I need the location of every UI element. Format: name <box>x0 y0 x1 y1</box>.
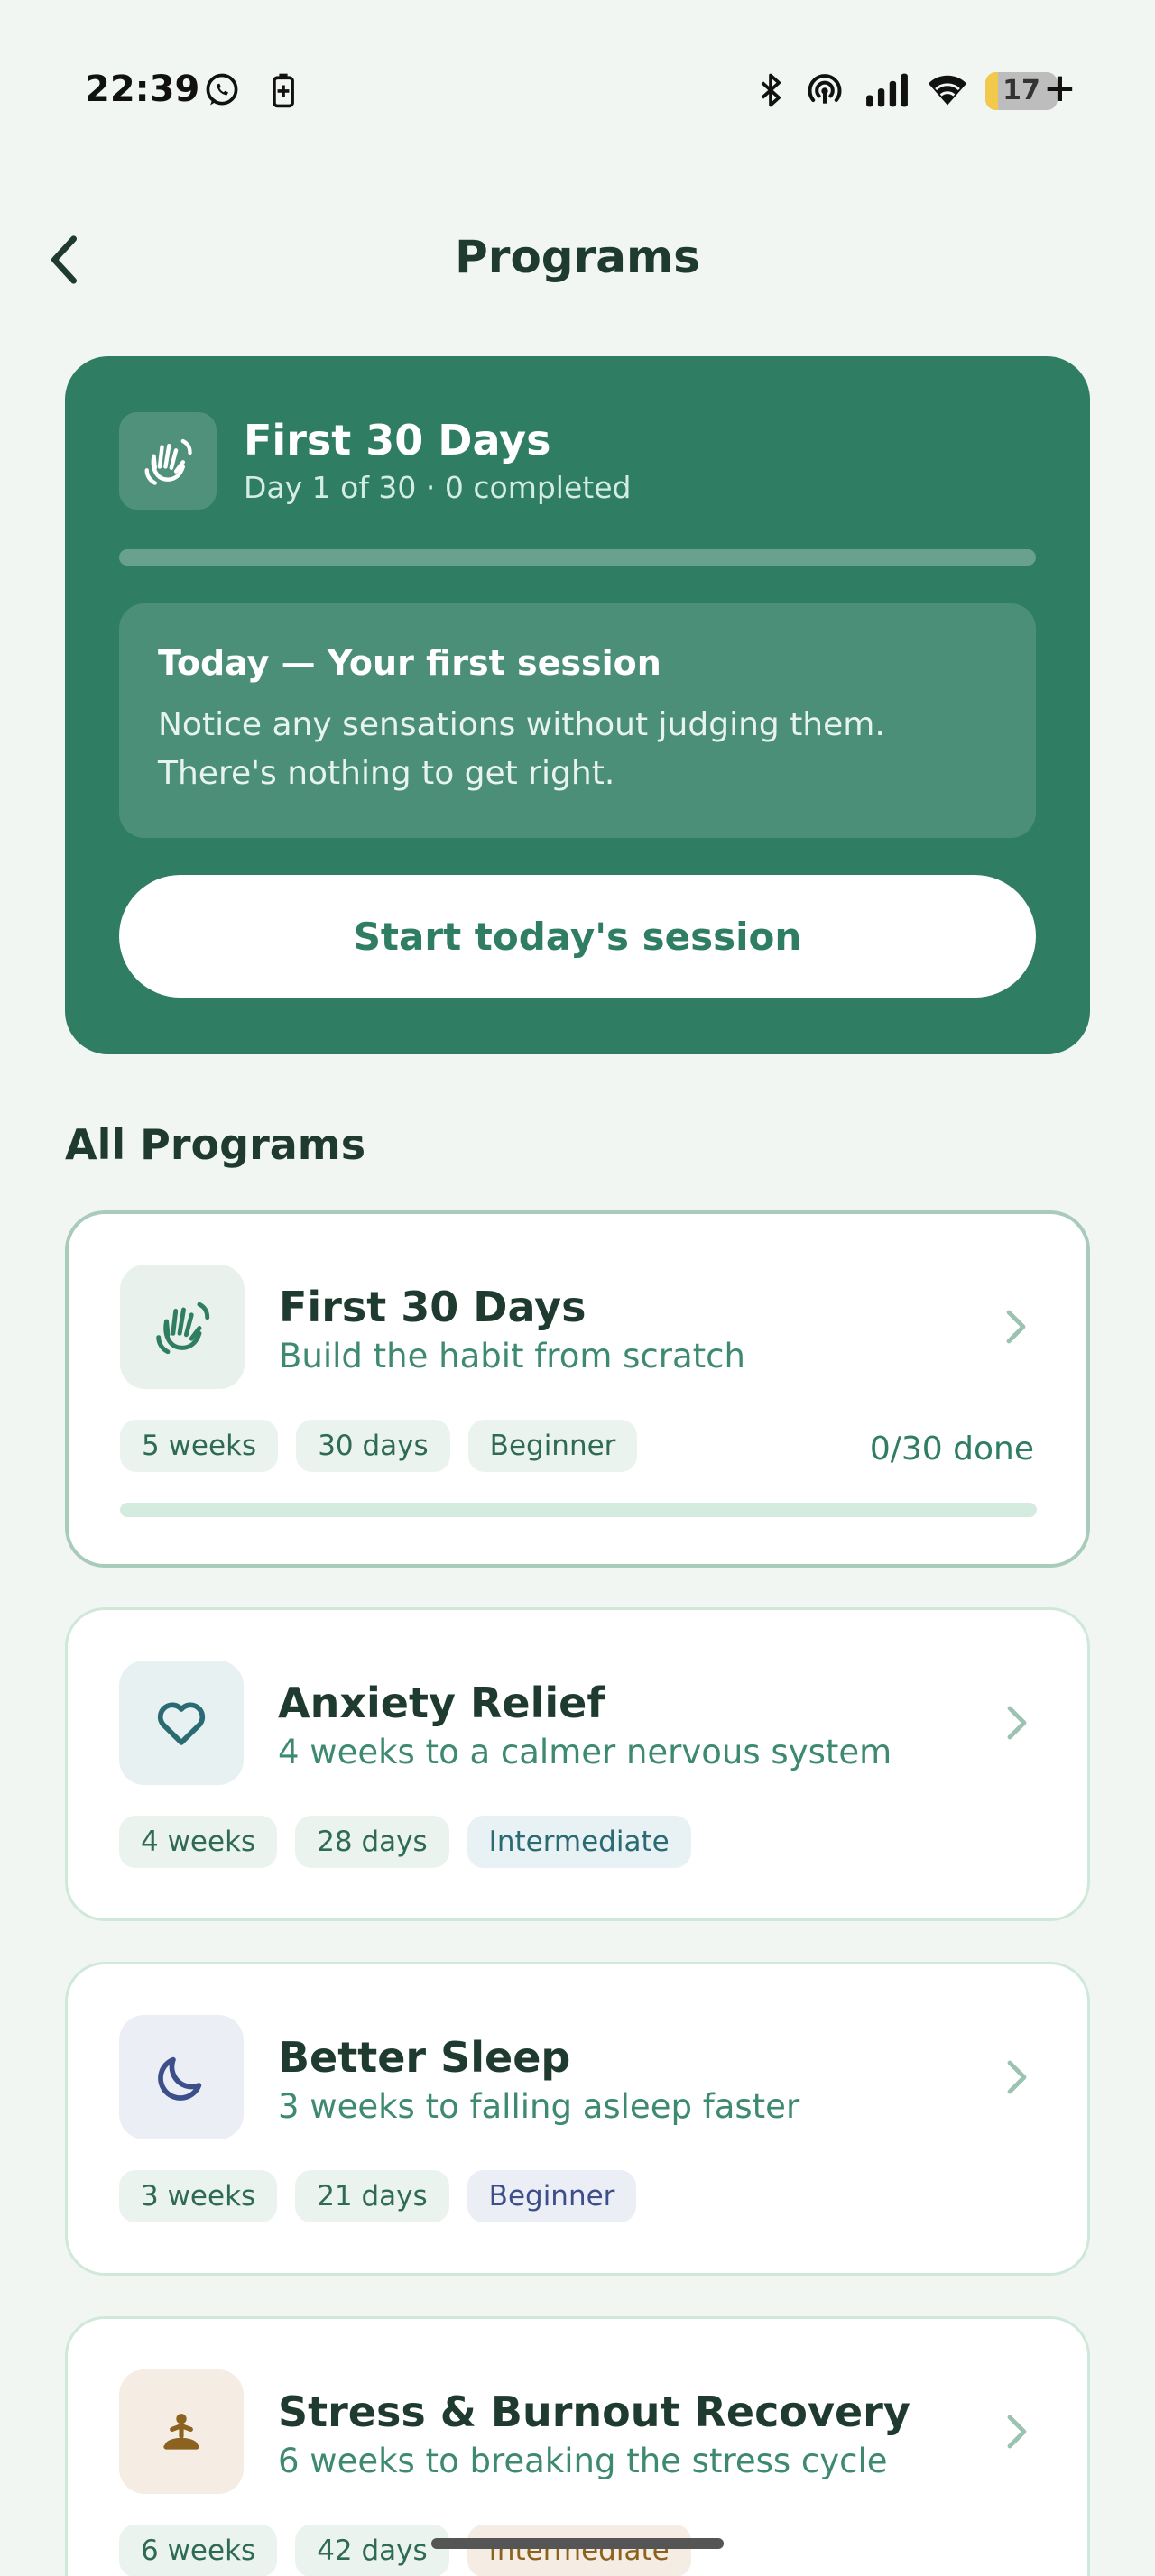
program-progress-bar <box>120 1503 1037 1517</box>
duration-weeks-tag: 4 weeks <box>119 1816 278 1868</box>
current-program-card: First 30 Days Day 1 of 30 · 0 completed … <box>65 356 1090 1054</box>
charging-plus-icon: + <box>1043 65 1076 111</box>
program-subtitle: 6 weeks to breaking the stress cycle <box>278 2442 888 2480</box>
duration-days-tag: 42 days <box>295 2525 449 2576</box>
chevron-right-icon <box>1007 2060 1027 2094</box>
program-tags: 5 weeks 30 days Beginner <box>120 1420 638 1472</box>
start-session-button[interactable]: Start today's session <box>119 875 1036 998</box>
program-title: Stress & Burnout Recovery <box>278 2387 910 2436</box>
level-tag: Beginner <box>467 2170 637 2222</box>
program-done-count: 0/30 done <box>869 1431 1034 1467</box>
chevron-right-icon <box>1006 1310 1026 1344</box>
hotspot-icon <box>805 70 845 110</box>
program-subtitle: 4 weeks to a calmer nervous system <box>278 1733 892 1771</box>
duration-days-tag: 28 days <box>295 1816 449 1868</box>
signal-icon <box>863 70 911 110</box>
moon-icon <box>119 2015 244 2139</box>
level-tag: Intermediate <box>467 2525 691 2576</box>
program-card-anxiety-relief[interactable]: Anxiety Relief 4 weeks to a calmer nervo… <box>65 1607 1090 1921</box>
battery-saver-icon <box>263 70 303 110</box>
program-title: First 30 Days <box>279 1283 587 1331</box>
chevron-right-icon <box>1007 2415 1027 2449</box>
meditation-icon <box>119 2369 244 2494</box>
all-programs-heading: All Programs <box>65 1120 366 1169</box>
duration-weeks-tag: 3 weeks <box>119 2170 278 2222</box>
program-subtitle: Build the habit from scratch <box>279 1337 745 1375</box>
whatsapp-icon <box>202 70 242 110</box>
wifi-icon <box>924 70 971 110</box>
programs-screen: 22:39 17 + Programs First 30 Days Day 1 … <box>0 0 1155 2576</box>
current-program-subtitle: Day 1 of 30 · 0 completed <box>244 470 632 505</box>
program-tags: 6 weeks 42 days Intermediate <box>119 2525 691 2576</box>
heart-icon <box>119 1661 244 1785</box>
current-program-progress-bar <box>119 549 1036 566</box>
today-session-box: Today — Your first session Notice any se… <box>119 603 1036 838</box>
home-indicator[interactable] <box>431 2538 724 2549</box>
today-session-title: Today — Your first session <box>158 643 661 683</box>
program-card-first-30-days[interactable]: First 30 Days Build the habit from scrat… <box>65 1210 1090 1568</box>
program-card-stress-burnout[interactable]: Stress & Burnout Recovery 6 weeks to bre… <box>65 2316 1090 2576</box>
program-title: Anxiety Relief <box>278 1679 605 1727</box>
level-tag: Beginner <box>467 1420 638 1472</box>
program-title: Better Sleep <box>278 2033 571 2082</box>
program-tags: 3 weeks 21 days Beginner <box>119 2170 637 2222</box>
bluetooth-icon <box>751 70 790 110</box>
program-tags: 4 weeks 28 days Intermediate <box>119 1816 691 1868</box>
duration-weeks-tag: 5 weeks <box>120 1420 279 1472</box>
waving-hand-icon <box>119 412 217 510</box>
waving-hand-icon <box>120 1265 245 1389</box>
status-time: 22:39 <box>85 69 200 110</box>
page-title: Programs <box>455 231 700 283</box>
duration-days-tag: 21 days <box>295 2170 449 2222</box>
today-session-description: Notice any sensations without judging th… <box>158 706 885 792</box>
duration-weeks-tag: 6 weeks <box>119 2525 278 2576</box>
chevron-right-icon <box>1007 1706 1027 1740</box>
program-card-better-sleep[interactable]: Better Sleep 3 weeks to falling asleep f… <box>65 1962 1090 2276</box>
status-bar: 22:39 17 + <box>0 0 1155 180</box>
duration-days-tag: 30 days <box>296 1420 450 1472</box>
program-subtitle: 3 weeks to falling asleep faster <box>278 2087 800 2126</box>
level-tag: Intermediate <box>467 1816 691 1868</box>
current-program-title: First 30 Days <box>244 416 551 465</box>
